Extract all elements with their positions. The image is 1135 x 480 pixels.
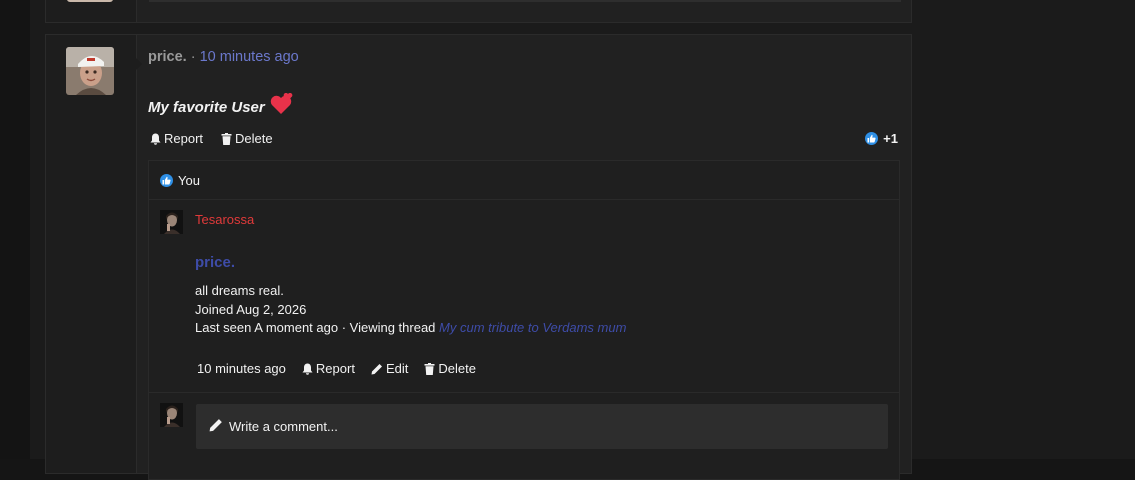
bell-icon xyxy=(302,363,313,375)
post-message: My favorite User xyxy=(148,92,293,119)
likes-row[interactable]: You xyxy=(160,173,200,188)
bell-icon xyxy=(150,133,161,145)
post-gutter xyxy=(46,35,137,473)
trash-icon xyxy=(424,362,435,375)
previous-post xyxy=(45,0,912,23)
post-header: price. · 10 minutes ago xyxy=(148,49,299,65)
comments-section: You Tesarossa price. all dreams real. Jo… xyxy=(148,160,900,480)
comment-avatar[interactable] xyxy=(160,210,183,234)
thumbs-up-icon xyxy=(160,174,173,187)
previous-post-gutter xyxy=(46,0,137,22)
previous-post-comment-box-edge xyxy=(149,0,901,2)
profile-post: price. · 10 minutes ago My favorite User… xyxy=(45,34,912,480)
comment-card-name[interactable]: price. xyxy=(195,254,235,271)
divider xyxy=(149,392,899,393)
write-comment-input[interactable]: Write a comment... xyxy=(196,404,888,449)
likes-label: You xyxy=(178,173,200,188)
viewing-thread-link[interactable]: My cum tribute to Verdams mum xyxy=(439,320,626,335)
comment-edit-button[interactable]: Edit xyxy=(371,361,408,376)
delete-label: Delete xyxy=(235,131,273,146)
comment-edit-label: Edit xyxy=(385,361,409,376)
post-actions: Report Delete xyxy=(150,131,273,146)
reaction-summary[interactable]: +1 xyxy=(865,131,898,146)
pencil-icon xyxy=(209,418,223,435)
comment-card-joined: Joined Aug 2, 2026 xyxy=(195,302,307,317)
heart-icon xyxy=(269,92,293,119)
comment-time-link[interactable]: 10 minutes ago xyxy=(197,361,286,376)
delete-button[interactable]: Delete xyxy=(221,131,273,146)
pencil-icon xyxy=(371,363,383,375)
post-time-link[interactable]: 10 minutes ago xyxy=(200,49,299,65)
thumbs-up-icon xyxy=(865,132,879,145)
post-message-text: My favorite User xyxy=(148,99,265,116)
trash-icon xyxy=(221,132,232,145)
avatar[interactable] xyxy=(66,47,114,95)
write-comment-placeholder: Write a comment... xyxy=(229,419,338,434)
last-seen-text: Last seen A moment ago · Viewing thread xyxy=(195,320,436,335)
post-author-link[interactable]: price. xyxy=(148,49,187,65)
current-user-avatar[interactable] xyxy=(160,403,183,427)
comment-author-link[interactable]: Tesarossa xyxy=(195,212,254,227)
left-strip xyxy=(0,0,30,459)
reaction-count: +1 xyxy=(883,131,898,146)
header-separator: · xyxy=(190,49,196,65)
avatar-pointer xyxy=(135,57,142,71)
comment-actions: 10 minutes ago Report Edit Delete xyxy=(197,361,476,376)
comment-card-last-seen: Last seen A moment ago · Viewing thread … xyxy=(195,320,626,335)
previous-post-avatar[interactable] xyxy=(67,0,113,2)
comment-report-label: Report xyxy=(315,361,355,376)
report-button[interactable]: Report xyxy=(150,131,203,146)
comment-report-button[interactable]: Report xyxy=(302,361,355,376)
report-label: Report xyxy=(164,131,204,146)
comment-delete-label: Delete xyxy=(438,361,476,376)
comment-card-bio: all dreams real. xyxy=(195,283,284,298)
comment-delete-button[interactable]: Delete xyxy=(424,361,476,376)
divider xyxy=(149,199,899,200)
